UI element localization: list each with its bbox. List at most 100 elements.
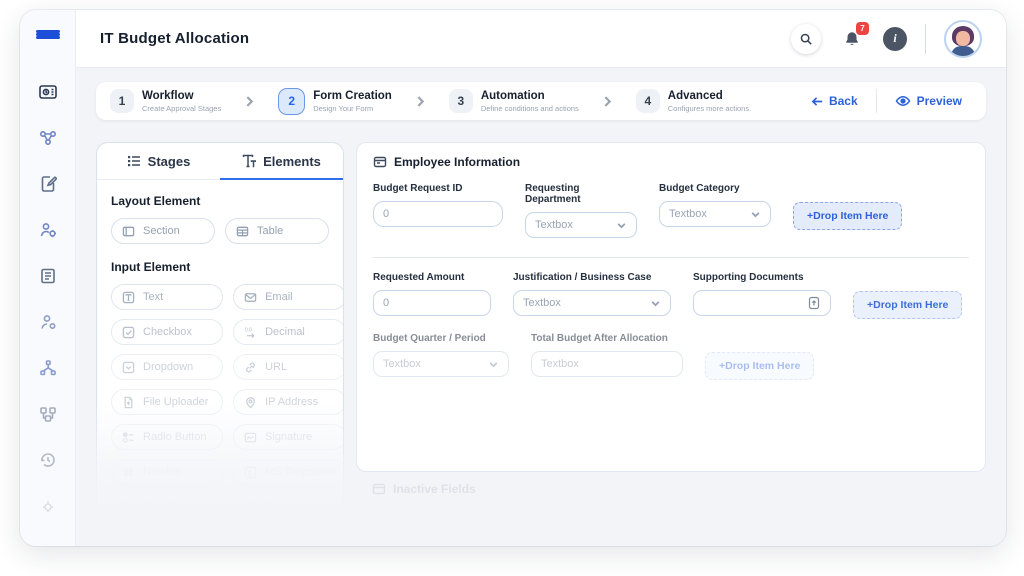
section-header-icon [373, 155, 387, 169]
step-title: Automation [481, 89, 579, 103]
decimal-icon: 0.0 [244, 326, 257, 339]
preview-label: Preview [917, 94, 962, 108]
stages-icon [127, 154, 141, 168]
radio-icon [122, 431, 135, 444]
chevron-down-icon [650, 298, 661, 309]
element-number[interactable]: Number [111, 459, 223, 485]
element-checkbox[interactable]: Checkbox [111, 319, 223, 345]
step-workflow[interactable]: 1 Workflow Create Approval Stages [110, 89, 221, 113]
top-bar: IT Budget Allocation 7 i [76, 10, 1006, 68]
step-number: 4 [636, 89, 660, 113]
section-title: Employee Information [394, 155, 520, 169]
chevron-down-icon [488, 359, 499, 370]
ghost-section-header: Inactive Fields [356, 482, 986, 496]
total-budget-input[interactable]: Textbox [531, 351, 683, 377]
budget-category-select[interactable]: Textbox [659, 201, 771, 227]
element-radio-button[interactable]: Radio Button [111, 424, 223, 450]
element-table[interactable]: Table [225, 218, 329, 244]
workflow-icon[interactable] [37, 127, 59, 149]
requesting-department-select[interactable]: Textbox [525, 212, 637, 238]
avatar[interactable] [944, 20, 982, 58]
back-arrow-icon [811, 95, 824, 108]
info-icon[interactable]: i [883, 27, 907, 51]
notifications-button[interactable]: 7 [839, 26, 865, 52]
chevron-right-icon [243, 95, 256, 108]
tab-label: Stages [148, 154, 191, 169]
element-section[interactable]: Section [111, 218, 215, 244]
elements-icon [242, 154, 256, 168]
step-number: 2 [278, 88, 305, 115]
element-email[interactable]: Email [233, 284, 344, 310]
chevron-down-icon [750, 209, 761, 220]
budget-quarter-select[interactable]: Textbox [373, 351, 509, 377]
preview-button[interactable]: Preview [877, 93, 980, 109]
element-decimal[interactable]: 0.0 Decimal [233, 319, 344, 345]
checkbox-icon [122, 326, 135, 339]
tab-label: Elements [263, 154, 321, 169]
field-label: Supporting Documents [693, 272, 831, 283]
justification-select[interactable]: Textbox [513, 290, 671, 316]
step-number: 3 [449, 89, 473, 113]
history-icon[interactable] [37, 449, 59, 471]
step-subtitle: Design Your Form [313, 104, 392, 113]
field-label: Total Budget After Allocation [531, 333, 683, 344]
section-header-icon [372, 482, 386, 496]
email-icon [244, 291, 257, 304]
step-title: Workflow [142, 89, 221, 103]
drop-item-zone[interactable]: +Drop Item Here [705, 352, 814, 380]
records-icon[interactable] [37, 265, 59, 287]
search-button[interactable] [791, 24, 821, 54]
step-automation[interactable]: 3 Automation Define conditions and actio… [449, 89, 579, 113]
budget-request-id-input[interactable]: 0 [373, 201, 503, 227]
org-chart-icon[interactable] [37, 403, 59, 425]
step-number: 1 [110, 89, 134, 113]
user-settings-icon[interactable] [37, 311, 59, 333]
chevron-right-icon [601, 95, 614, 108]
element-file-uploader[interactable]: File Uploader [111, 389, 223, 415]
drop-item-zone[interactable]: +Drop Item Here [853, 291, 962, 319]
requested-amount-input[interactable]: 0 [373, 290, 491, 316]
supporting-documents-file-input[interactable] [693, 290, 831, 316]
layout-element-heading: Layout Element [111, 194, 329, 208]
app-window: IT Budget Allocation 7 i 1 [20, 10, 1006, 546]
form-row: Requested Amount 0 Justification / Busin… [373, 272, 969, 319]
drop-item-zone[interactable]: +Drop Item Here [793, 202, 902, 230]
step-form-creation[interactable]: 2 Form Creation Design Your Form [278, 88, 392, 115]
element-url[interactable]: URL [233, 354, 344, 380]
element-text[interactable]: Text [111, 284, 223, 310]
element-signature[interactable]: Signature [233, 424, 344, 450]
header-divider [925, 24, 926, 54]
menu-icon[interactable] [36, 30, 60, 39]
tab-stages[interactable]: Stages [97, 143, 220, 179]
dashboard-icon[interactable] [37, 81, 59, 103]
step-title: Form Creation [313, 89, 392, 103]
row-divider [373, 257, 969, 258]
element-checkbox-list[interactable]: Checkbox List [111, 494, 223, 520]
form-section-card: Employee Information Budget Request ID 0… [356, 142, 986, 472]
settings-cloud-icon[interactable] [37, 495, 59, 517]
tab-elements[interactable]: Elements [220, 143, 343, 179]
field-label: Justification / Business Case [513, 272, 671, 283]
share-nodes-icon[interactable] [37, 357, 59, 379]
ip-address-icon [244, 396, 257, 409]
element-ms-dropdown[interactable]: MS Dropdown [233, 459, 344, 485]
form-row: Budget Quarter / Period Textbox Total Bu… [373, 333, 969, 380]
analytics-icon[interactable] [37, 541, 59, 546]
element-dropdown[interactable]: Dropdown [111, 354, 223, 380]
file-upload-icon [807, 296, 821, 310]
eye-icon [895, 93, 911, 109]
element-ip-address[interactable]: IP Address [233, 389, 344, 415]
chevron-right-icon [414, 95, 427, 108]
back-button[interactable]: Back [793, 94, 876, 108]
field-label: Budget Quarter / Period [373, 333, 509, 344]
form-edit-icon[interactable] [37, 173, 59, 195]
step-subtitle: Define conditions and actions [481, 104, 579, 113]
signature-icon [244, 431, 257, 444]
step-advanced[interactable]: 4 Advanced Configures more actions. [636, 89, 751, 113]
element-textarea[interactable]: TextArea [233, 494, 344, 520]
user-gear-icon[interactable] [37, 219, 59, 241]
content-area: 1 Workflow Create Approval Stages 2 Form… [76, 68, 1006, 546]
svg-text:0.0: 0.0 [245, 327, 252, 333]
section-icon [122, 225, 135, 238]
page-title: IT Budget Allocation [100, 30, 249, 47]
